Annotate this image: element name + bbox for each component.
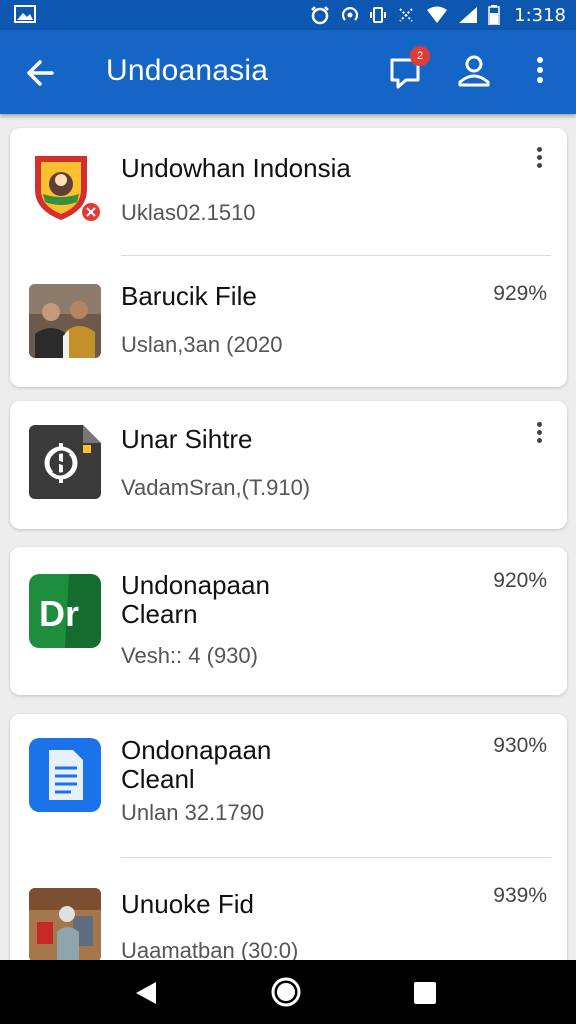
garuda-emblem-icon bbox=[29, 150, 101, 224]
account-icon[interactable] bbox=[454, 50, 494, 92]
app-card: Dr Undonapaan Clearn Vesh:: 4 (930) 920% bbox=[10, 547, 567, 695]
item-title: Unar Sihtre bbox=[121, 424, 253, 454]
back-arrow-icon[interactable] bbox=[20, 52, 62, 94]
svg-text:Dr: Dr bbox=[39, 593, 79, 634]
docs-icon bbox=[29, 738, 101, 812]
item-title: Ondonapaan Cleanl bbox=[121, 735, 272, 794]
vibrate-icon bbox=[370, 5, 387, 25]
item-percent: 939% bbox=[493, 884, 547, 907]
list-item[interactable]: Barucik File Uslan,3an (2020 929% bbox=[10, 256, 567, 387]
item-percent: 920% bbox=[493, 569, 547, 592]
list-item[interactable]: Ondonapaan Cleanl Unlan 32.1790 930% bbox=[10, 714, 567, 856]
status-time: 1:318 bbox=[514, 4, 566, 26]
item-subtitle: Unlan 32.1790 bbox=[121, 800, 265, 825]
list-item[interactable]: Dr Undonapaan Clearn Vesh:: 4 (930) 920% bbox=[10, 547, 567, 695]
item-title: Undonapaan Clearn bbox=[121, 570, 270, 629]
app-card: Undowhan Indonsia Uklas02.1510 Barucik F… bbox=[10, 128, 567, 387]
more-vert-icon[interactable] bbox=[533, 144, 545, 178]
item-subtitle: Vesh:: 4 (930) bbox=[121, 643, 258, 668]
dollar-file-icon bbox=[29, 425, 101, 499]
list-item[interactable]: Unar Sihtre VadamSran,(T.910) bbox=[10, 401, 567, 529]
item-subtitle: Uslan,3an (2020 bbox=[121, 332, 283, 357]
nav-recents-icon[interactable] bbox=[414, 982, 436, 1004]
item-title: Undowhan Indonsia bbox=[121, 153, 351, 183]
app-card: Unar Sihtre VadamSran,(T.910) bbox=[10, 401, 567, 529]
item-percent: 930% bbox=[493, 734, 547, 757]
app-card: Ondonapaan Cleanl Unlan 32.1790 930% Unu… bbox=[10, 714, 567, 974]
battery-icon bbox=[488, 5, 500, 25]
item-subtitle: VadamSran,(T.910) bbox=[121, 475, 311, 500]
item-percent: 929% bbox=[493, 282, 547, 305]
more-vert-icon[interactable] bbox=[528, 52, 552, 92]
alarm-icon bbox=[310, 5, 330, 25]
gallery-icon bbox=[14, 5, 36, 23]
wifi-icon bbox=[426, 6, 448, 24]
navigation-bar bbox=[0, 960, 576, 1024]
notification-badge: 2 bbox=[410, 46, 430, 66]
item-title: Unuoke Fid bbox=[121, 889, 254, 919]
people-photo-thumbnail bbox=[29, 284, 101, 358]
item-title: Barucik File bbox=[121, 281, 257, 311]
nav-home-icon[interactable] bbox=[270, 976, 302, 1013]
nfc-icon bbox=[396, 5, 416, 25]
app-title: Undoanasia bbox=[106, 54, 269, 87]
signal-icon bbox=[458, 6, 478, 24]
dr-app-icon: Dr bbox=[29, 574, 101, 648]
app-bar: Undoanasia 2 bbox=[0, 30, 576, 114]
hotspot-icon bbox=[340, 5, 360, 25]
more-vert-icon[interactable] bbox=[533, 419, 545, 453]
item-subtitle: Uklas02.1510 bbox=[121, 200, 256, 225]
list-item[interactable]: Undowhan Indonsia Uklas02.1510 bbox=[10, 128, 567, 255]
room-photo-thumbnail bbox=[29, 888, 101, 962]
status-bar: 1:318 bbox=[0, 0, 576, 30]
nav-back-icon[interactable] bbox=[134, 980, 158, 1011]
list-item[interactable]: Unuoke Fid Uaamatban (30:0) 939% bbox=[10, 858, 567, 974]
